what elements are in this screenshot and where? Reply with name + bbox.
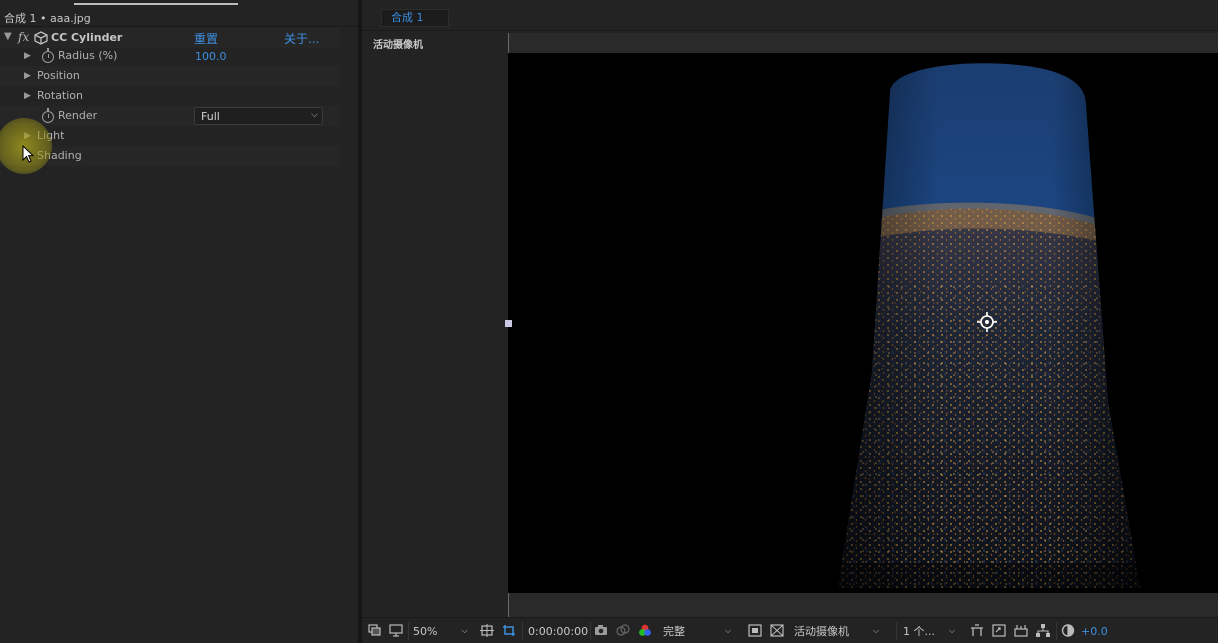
chevron-down-icon: ⌵	[725, 626, 732, 635]
color-channels-icon[interactable]	[638, 624, 652, 637]
flowchart-icon[interactable]	[1036, 624, 1050, 637]
active-camera-label: 活动摄像机	[373, 40, 423, 51]
chevron-down-icon: ⌵	[949, 626, 956, 635]
panel-tab-indicator	[74, 3, 238, 5]
transparency-grid-toggle-icon[interactable]	[770, 624, 784, 637]
timecode: 0:00:00:00	[528, 624, 589, 638]
toolbar-separator	[408, 622, 409, 640]
fx-toggle[interactable]: fx	[18, 30, 29, 44]
tab-composition[interactable]: 合成 1	[381, 9, 449, 27]
property-label: Position	[37, 69, 80, 82]
stopwatch-icon[interactable]	[42, 108, 54, 123]
toolbar-separator	[522, 622, 523, 640]
panel-header: 合成 1 • aaa.jpg	[4, 12, 91, 25]
property-row-radius: ▶ Radius (%) 100.0	[0, 46, 340, 66]
reset-link[interactable]: 重置	[194, 30, 218, 47]
cylinder-render	[828, 63, 1148, 593]
composition-viewport[interactable]	[508, 53, 1218, 593]
mouse-pointer-icon	[22, 145, 35, 163]
chevron-down-icon: ⌵	[311, 110, 318, 120]
about-link[interactable]: 关于...	[284, 30, 319, 47]
camera-view-value: 活动摄像机	[794, 625, 849, 638]
viewer-frame-bottom	[508, 593, 1218, 617]
resolution-value: 完整	[663, 625, 685, 638]
always-preview-icon[interactable]	[368, 624, 382, 637]
twirl-closed-icon[interactable]: ▶	[24, 51, 31, 61]
reset-exposure-icon[interactable]	[1061, 624, 1075, 637]
resolution-dropdown[interactable]: 完整 ⌵	[663, 623, 743, 639]
twirl-open-icon[interactable]: ▼	[4, 31, 12, 42]
safe-zones-icon[interactable]	[480, 624, 494, 637]
effect-name: CC Cylinder	[51, 31, 123, 44]
viewer-toolbar: 50% ⌵ 0:00:00:00 完整 ⌵ 活动摄像机 ⌵ 1 个... ⌵ +…	[362, 617, 1218, 643]
property-label: Rotation	[37, 89, 84, 102]
toolbar-separator	[896, 622, 897, 640]
view-layout-value: 1 个...	[903, 625, 935, 638]
exposure-value[interactable]: +0.0	[1081, 623, 1108, 639]
camera-view-dropdown[interactable]: 活动摄像机 ⌵	[794, 623, 894, 639]
transparency-grid-icon[interactable]	[502, 624, 516, 637]
show-snapshot-icon[interactable]	[616, 624, 630, 637]
toolbar-separator	[1056, 622, 1057, 640]
property-label: Render	[58, 109, 98, 122]
zoom-dropdown[interactable]: 50% ⌵	[413, 623, 473, 639]
zoom-value: 50%	[413, 624, 438, 638]
property-row-render: Render Full ⌵	[0, 106, 340, 126]
chevron-down-icon: ⌵	[461, 626, 468, 635]
viewer-frame-top	[508, 33, 1218, 53]
timeline-icon[interactable]	[1014, 624, 1028, 637]
fast-previews-icon[interactable]	[992, 624, 1006, 637]
property-row-position: ▶ Position	[0, 66, 340, 86]
property-label: Radius (%)	[58, 49, 118, 62]
chevron-down-icon: ⌵	[873, 626, 880, 635]
monitor-icon[interactable]	[389, 624, 403, 637]
draft-3d-icon[interactable]	[970, 624, 984, 637]
effect-row-cc-cylinder: ▼ fx CC Cylinder 重置 关于...	[0, 28, 340, 48]
snapshot-camera-icon[interactable]	[594, 624, 608, 637]
exposure-text: +0.0	[1081, 624, 1108, 638]
toolbar-separator	[590, 622, 591, 640]
view-layout-dropdown[interactable]: 1 个... ⌵	[903, 623, 963, 639]
radius-value[interactable]: 100.0	[195, 50, 227, 63]
property-row-rotation: ▶ Rotation	[0, 86, 340, 106]
effect-controls-panel: 合成 1 • aaa.jpg ▼ fx CC Cylinder 重置 关于...…	[0, 0, 358, 643]
render-dropdown[interactable]: Full ⌵	[194, 107, 323, 125]
cube-icon	[34, 31, 48, 45]
stopwatch-icon[interactable]	[42, 48, 54, 63]
twirl-closed-icon[interactable]: ▶	[24, 71, 31, 81]
composition-panel: 合成 1 活动摄像机	[362, 0, 1218, 643]
render-dropdown-value: Full	[201, 109, 220, 123]
current-time-display[interactable]: 0:00:00:00	[528, 623, 588, 639]
twirl-closed-icon[interactable]: ▶	[24, 91, 31, 101]
region-of-interest-icon[interactable]	[748, 624, 762, 637]
layer-bounding-handle[interactable]	[505, 320, 512, 327]
divider	[0, 26, 358, 27]
